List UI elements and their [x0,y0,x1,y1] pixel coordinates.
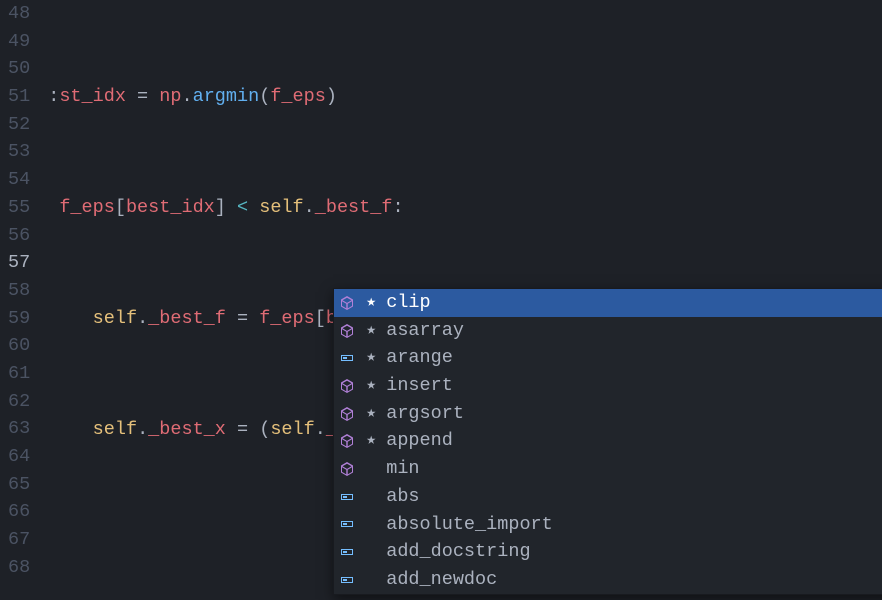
variable-icon [338,515,356,533]
suggest-label: abs [386,483,419,511]
suggest-item[interactable]: add_newdoc [334,566,882,594]
suggest-label: arange [386,344,453,372]
suggest-item[interactable]: ★ clip [334,289,882,317]
suggest-label: add_newdoc [386,566,497,594]
module-icon [338,322,356,340]
suggest-label: asarray [386,317,464,345]
code-area[interactable]: :st_idx = np.argmin(f_eps) f_eps[best_id… [48,0,882,600]
module-icon [338,432,356,450]
line-number: 55 [8,194,30,222]
line-number: 48 [8,0,30,28]
code-editor[interactable]: 4849505152535455565758596061626364656667… [0,0,882,600]
suggest-label: absolute_import [386,511,553,539]
suggest-item[interactable]: ★ insert [334,372,882,400]
suggest-item[interactable]: ★ append [334,427,882,455]
suggest-item[interactable]: ★ argsort [334,400,882,428]
line-number: 59 [8,305,30,333]
line-number: 52 [8,111,30,139]
line-number: 65 [8,471,30,499]
suggest-label: argsort [386,400,464,428]
variable-icon [338,543,356,561]
star-icon: ★ [364,427,378,455]
suggest-label: append [386,427,453,455]
line-number: 50 [8,55,30,83]
line-number: 61 [8,360,30,388]
suggest-item[interactable]: abs [334,483,882,511]
line-number: 67 [8,526,30,554]
line-number: 63 [8,415,30,443]
line-number-gutter: 4849505152535455565758596061626364656667… [0,0,48,600]
code-line[interactable]: f_eps[best_idx] < self._best_f: [48,194,882,222]
variable-icon [338,571,356,589]
suggest-item[interactable]: ★ asarray [334,317,882,345]
line-number: 56 [8,222,30,250]
suggest-item[interactable]: min [334,455,882,483]
star-icon: ★ [364,289,378,317]
module-icon [338,460,356,478]
line-number: 62 [8,388,30,416]
star-icon: ★ [364,372,378,400]
suggest-item[interactable]: absolute_import [334,511,882,539]
star-icon: ★ [364,317,378,345]
line-number: 57 [8,249,30,277]
line-number: 68 [8,554,30,582]
variable-icon [338,488,356,506]
code-line[interactable]: :st_idx = np.argmin(f_eps) [48,83,882,111]
line-number: 54 [8,166,30,194]
suggest-label: clip [386,289,430,317]
module-icon [338,294,356,312]
line-number: 66 [8,498,30,526]
line-number: 53 [8,138,30,166]
intellisense-popup[interactable]: ★ clip ★ asarray ★ arange ★ insert ★ argsort ★ appe… [333,288,882,595]
suggest-item[interactable]: ★ arange [334,344,882,372]
star-icon: ★ [364,344,378,372]
suggest-label: insert [386,372,453,400]
suggest-item[interactable]: add_docstring [334,538,882,566]
line-number: 64 [8,443,30,471]
line-number: 58 [8,277,30,305]
module-icon [338,377,356,395]
suggest-label: min [386,455,419,483]
line-number: 51 [8,83,30,111]
line-number: 60 [8,332,30,360]
module-icon [338,405,356,423]
star-icon: ★ [364,400,378,428]
line-number: 49 [8,28,30,56]
variable-icon [338,349,356,367]
suggest-label: add_docstring [386,538,530,566]
